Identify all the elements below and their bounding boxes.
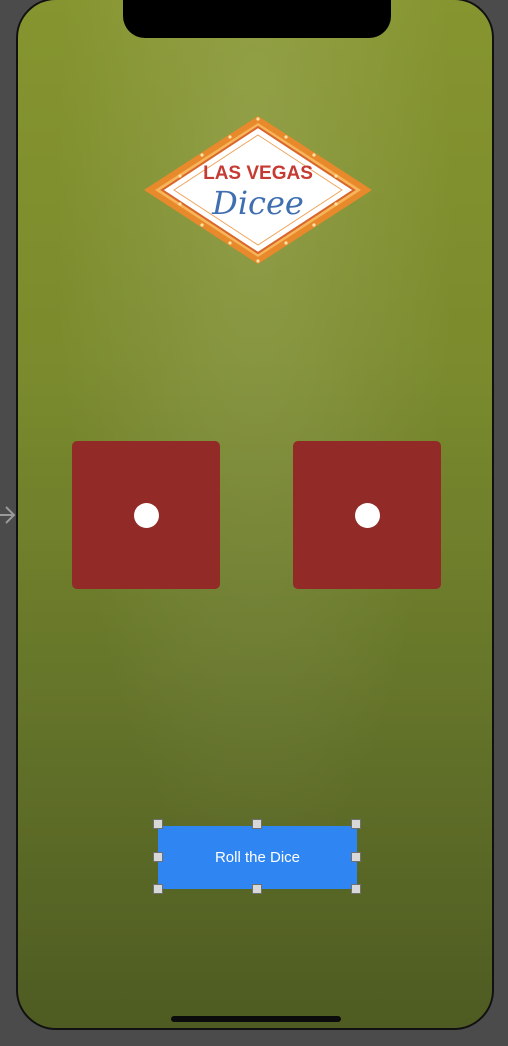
resize-handle-top-left[interactable] bbox=[153, 819, 163, 829]
roll-button-selection: Roll the Dice bbox=[153, 819, 361, 894]
dice-pip bbox=[355, 503, 380, 528]
logo-title-text: LAS VEGAS bbox=[203, 163, 313, 184]
home-indicator bbox=[171, 1016, 341, 1022]
resize-handle-middle-left[interactable] bbox=[153, 852, 163, 862]
resize-handle-bottom-center[interactable] bbox=[252, 884, 262, 894]
resize-handle-middle-right[interactable] bbox=[351, 852, 361, 862]
iphone-view-controller: LAS VEGAS Dicee Roll the Dice bbox=[16, 0, 494, 1030]
resize-handle-bottom-right[interactable] bbox=[351, 884, 361, 894]
resize-handle-bottom-left[interactable] bbox=[153, 884, 163, 894]
resize-handle-top-right[interactable] bbox=[351, 819, 361, 829]
right-dice-image bbox=[293, 441, 441, 589]
resize-handle-top-center[interactable] bbox=[252, 819, 262, 829]
logo-subtitle-text: Dicee bbox=[211, 184, 304, 222]
las-vegas-dicee-logo: LAS VEGAS Dicee bbox=[142, 114, 374, 266]
entry-point-arrow-icon bbox=[0, 506, 16, 524]
device-notch bbox=[123, 0, 391, 38]
left-dice-image bbox=[72, 441, 220, 589]
roll-the-dice-button[interactable]: Roll the Dice bbox=[158, 826, 357, 889]
storyboard-canvas: LAS VEGAS Dicee Roll the Dice bbox=[0, 0, 508, 1046]
dice-pip bbox=[134, 503, 159, 528]
